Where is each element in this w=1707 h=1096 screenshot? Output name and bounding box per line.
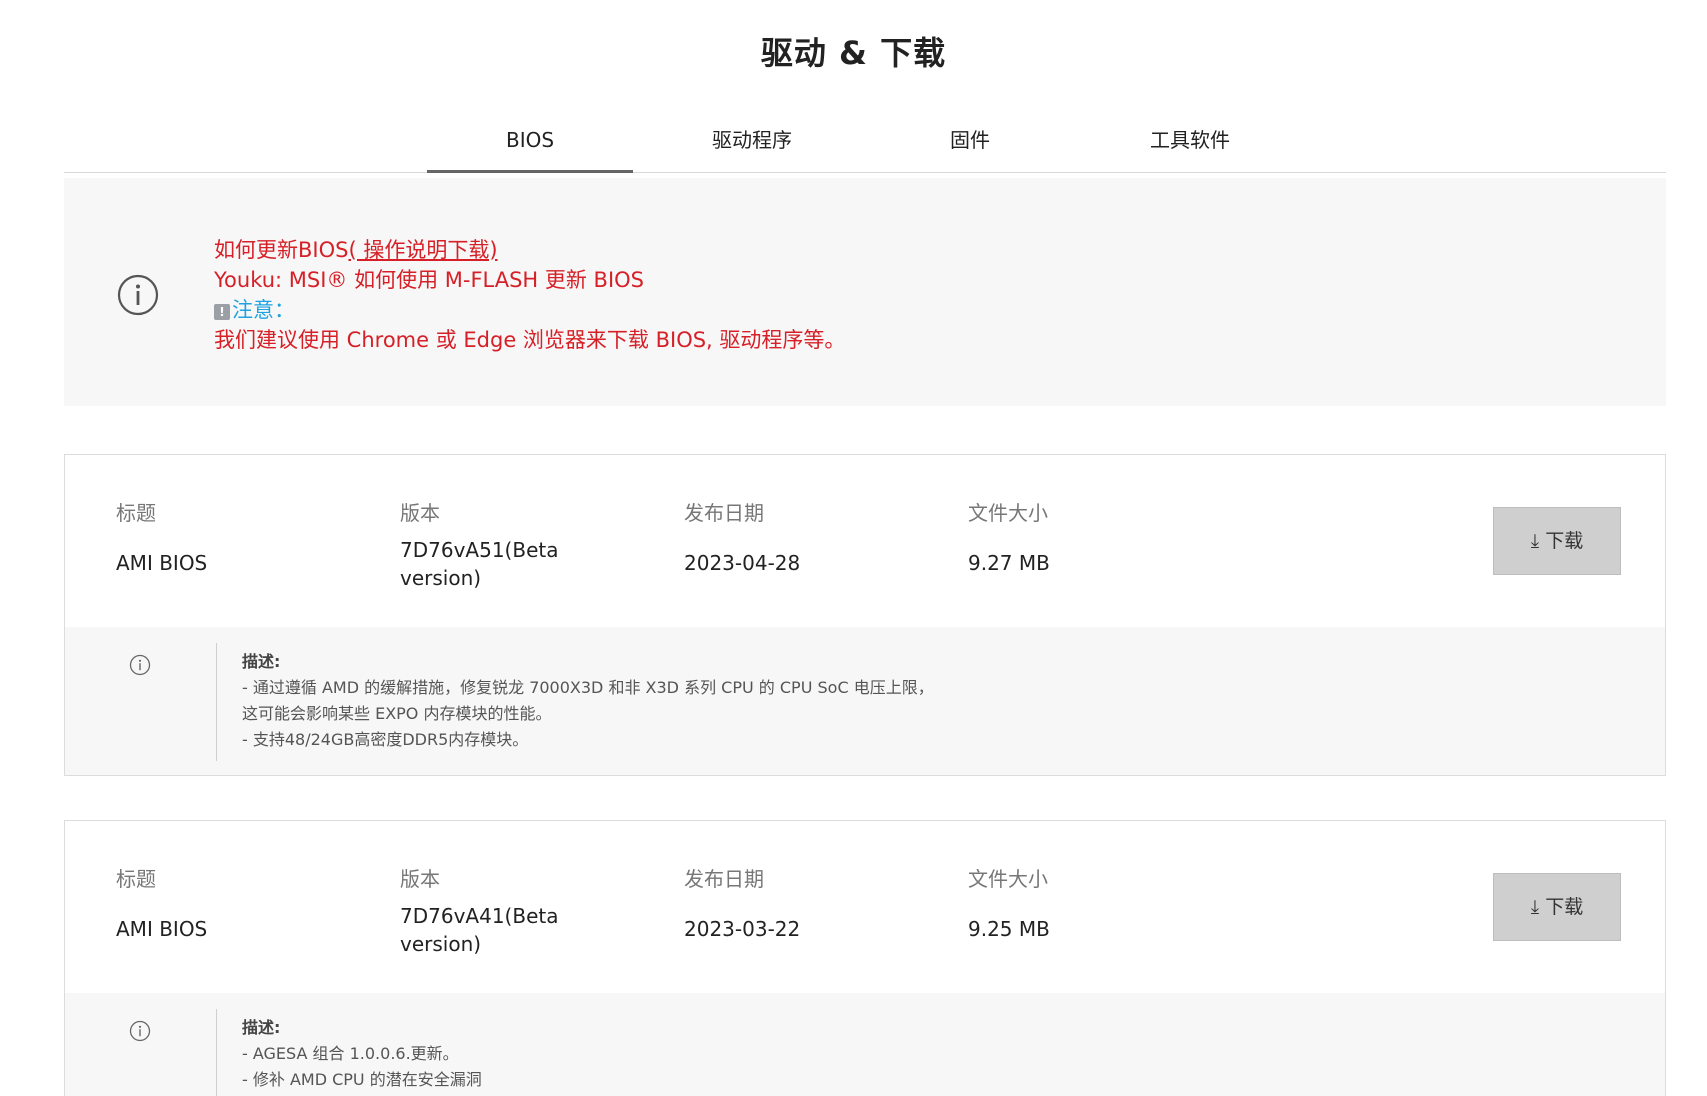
file-size: 9.25 MB (968, 917, 1050, 941)
info-icon (129, 1020, 151, 1042)
info-icon (117, 274, 159, 316)
size-label: 文件大小 (968, 501, 1048, 525)
divider (216, 1009, 217, 1096)
bios-version: 7D76vA51(Beta version) (400, 538, 559, 590)
release-date: 2023-04-28 (684, 551, 801, 575)
bios-version: 7D76vA41(Beta version) (400, 904, 559, 956)
howto-text: 如何更新BIOS (214, 238, 349, 262)
date-label: 发布日期 (684, 867, 764, 891)
tab-utilities[interactable]: 工具软件 (1087, 112, 1293, 173)
info-icon (129, 654, 151, 676)
description-line: - 通过遵循 AMD 的缓解措施，修复锐龙 7000X3D 和非 X3D 系列 … (242, 678, 934, 697)
notice-note: ! 注意： (214, 295, 845, 325)
divider (216, 643, 217, 761)
download-button[interactable]: ⤓ 下载 (1493, 507, 1621, 575)
description-title: 描述: (242, 652, 281, 671)
bios-card: 标题 版本 发布日期 文件大小 AMI BIOS 7D76vA51(Beta v… (64, 454, 1666, 776)
tab-bar: BIOS 驱动程序 固件 工具软件 (64, 112, 1666, 173)
description-panel: 描述: - 通过遵循 AMD 的缓解措施，修复锐龙 7000X3D 和非 X3D… (65, 627, 1665, 775)
version-label: 版本 (400, 867, 440, 891)
description-line: - 支持48/24GB高密度DDR5内存模块。 (242, 730, 529, 749)
description-panel: 描述: - AGESA 组合 1.0.0.6.更新。 - 修补 AMD CPU … (65, 993, 1665, 1096)
title-label: 标题 (116, 501, 156, 525)
release-date: 2023-03-22 (684, 917, 801, 941)
description-line: - AGESA 组合 1.0.0.6.更新。 (242, 1044, 459, 1063)
size-label: 文件大小 (968, 867, 1048, 891)
warning-icon: ! (214, 304, 230, 320)
tab-bios[interactable]: BIOS (427, 112, 633, 173)
tab-firmware[interactable]: 固件 (867, 112, 1073, 173)
bios-card: 标题 版本 发布日期 文件大小 AMI BIOS 7D76vA41(Beta v… (64, 820, 1666, 1096)
manual-download-link[interactable]: ( 操作说明下载) (348, 238, 497, 262)
tab-drivers[interactable]: 驱动程序 (649, 112, 855, 173)
description-line: - 修补 AMD CPU 的潜在安全漏洞 (242, 1070, 482, 1089)
note-label: 注意： (232, 298, 295, 322)
notice-panel: 如何更新BIOS( 操作说明下载) Youku: MSI® 如何使用 M-FLA… (64, 178, 1666, 406)
title-label: 标题 (116, 867, 156, 891)
youku-link[interactable]: Youku: MSI® 如何使用 M-FLASH 更新 BIOS (214, 265, 845, 295)
description-line: 这可能会影响某些 EXPO 内存模块的性能。 (242, 704, 552, 723)
bios-title: AMI BIOS (116, 551, 208, 575)
browser-recommendation: 我们建议使用 Chrome 或 Edge 浏览器来下载 BIOS, 驱动程序等。 (214, 328, 846, 352)
download-button[interactable]: ⤓ 下载 (1493, 873, 1621, 941)
file-size: 9.27 MB (968, 551, 1050, 575)
page-title: 驱动 & 下载 (760, 34, 947, 72)
description-title: 描述: (242, 1018, 281, 1037)
notice-line-howto: 如何更新BIOS( 操作说明下载) (214, 235, 845, 265)
bios-title: AMI BIOS (116, 917, 208, 941)
date-label: 发布日期 (684, 501, 764, 525)
version-label: 版本 (400, 501, 440, 525)
